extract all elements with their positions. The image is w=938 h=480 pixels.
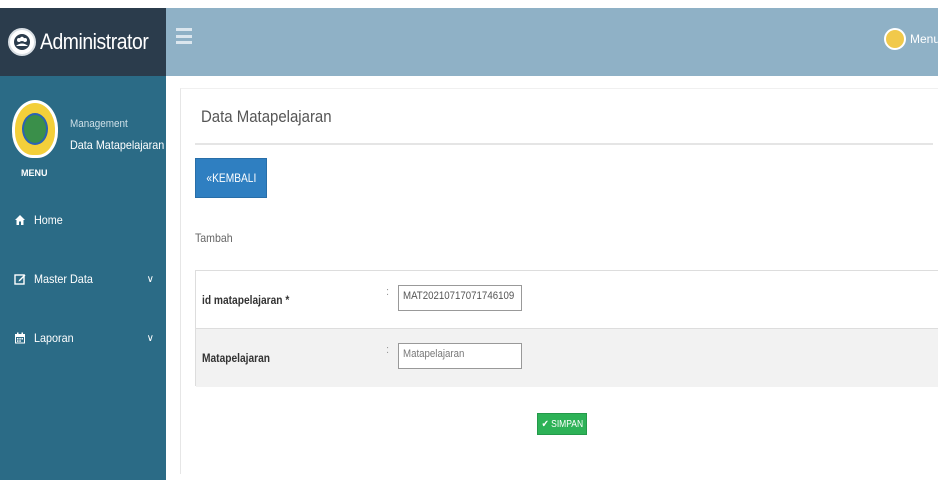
home-icon bbox=[14, 214, 26, 226]
sidebar: MENU Management Data Matapelajaran Home … bbox=[0, 76, 166, 480]
emblem-logo bbox=[12, 100, 58, 158]
title-divider bbox=[195, 143, 933, 145]
brand-header[interactable]: Administrator bbox=[0, 8, 166, 76]
content-panel: Data Matapelajaran «KEMBALI Tambah id ma… bbox=[180, 88, 938, 474]
sidebar-item-home[interactable]: Home bbox=[0, 206, 166, 234]
page-title: Data Matapelajaran bbox=[201, 107, 332, 126]
matapelajaran-placeholder: Matapelajaran bbox=[403, 348, 465, 360]
edit-icon bbox=[14, 273, 26, 285]
chevron-down-icon: ∨ bbox=[146, 332, 154, 344]
double-chevron-left-icon: « bbox=[206, 171, 212, 185]
sidebar-item-label: Master Data bbox=[34, 272, 93, 286]
management-label: Management bbox=[70, 118, 128, 130]
form-row: id matapelajaran * : MAT2021071707174610… bbox=[196, 271, 938, 329]
colon-separator: : bbox=[386, 286, 390, 298]
colon-separator: : bbox=[386, 344, 390, 356]
user-menu-label: Menu bbox=[909, 32, 938, 46]
save-button[interactable]: ✔ SIMPAN bbox=[537, 413, 587, 435]
sidebar-item-label: Laporan bbox=[34, 331, 74, 345]
id-matapelajaran-input[interactable]: MAT20210717071746109 bbox=[398, 285, 522, 311]
user-avatar bbox=[883, 28, 906, 50]
page: Administrator Menu MENU Management Data … bbox=[0, 0, 938, 480]
hamburger-menu-icon[interactable] bbox=[176, 28, 192, 44]
menu-label: MENU bbox=[21, 168, 48, 178]
back-button[interactable]: «KEMBALI bbox=[195, 158, 267, 198]
calendar-icon bbox=[14, 332, 26, 344]
form-row: Matapelajaran : Matapelajaran bbox=[196, 329, 938, 387]
check-icon: ✔ bbox=[541, 418, 549, 430]
sidebar-item-master-data[interactable]: Master Data ∨ bbox=[0, 265, 166, 293]
form-mode-label: Tambah bbox=[195, 231, 233, 245]
current-page-label: Data Matapelajaran bbox=[70, 138, 165, 152]
id-matapelajaran-value: MAT20210717071746109 bbox=[403, 290, 515, 302]
form-table: id matapelajaran * : MAT2021071707174610… bbox=[195, 270, 938, 387]
field-label: id matapelajaran * bbox=[202, 293, 290, 307]
save-button-label: SIMPAN bbox=[550, 418, 583, 430]
field-label: Matapelajaran bbox=[202, 351, 271, 365]
sidebar-item-laporan[interactable]: Laporan ∨ bbox=[0, 324, 166, 352]
sidebar-profile: MENU Management Data Matapelajaran bbox=[0, 76, 166, 194]
back-button-label: KEMBALI bbox=[211, 171, 256, 185]
sidebar-item-label: Home bbox=[34, 213, 63, 227]
brand-title: Administrator bbox=[40, 29, 149, 54]
chevron-down-icon: ∨ bbox=[146, 273, 154, 285]
top-navbar: Menu bbox=[166, 8, 938, 76]
user-menu[interactable]: Menu bbox=[883, 28, 938, 50]
matapelajaran-input[interactable]: Matapelajaran bbox=[398, 343, 522, 369]
users-icon bbox=[8, 28, 36, 56]
